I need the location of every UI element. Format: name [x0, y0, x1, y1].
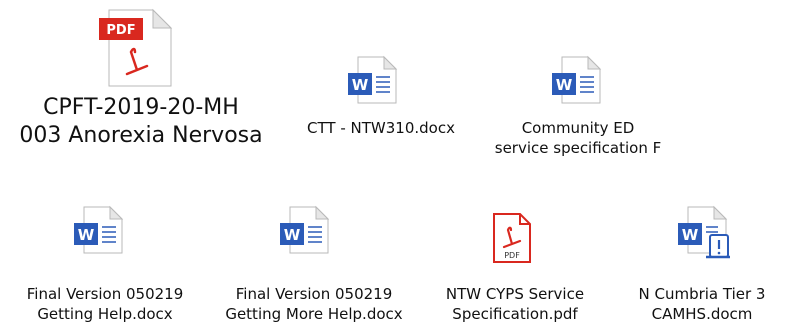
word-document-icon: W	[552, 55, 602, 104]
file-name-line2: CAMHS.docm	[651, 305, 753, 323]
file-label: CPFT-2019-20-MH 003 Anorexia Nervosa	[0, 94, 282, 150]
file-name-line1: Community ED	[521, 119, 635, 137]
file-name-line1: N Cumbria Tier 3	[638, 285, 766, 303]
desktop: { "files": [ {"name_line1": "CPFT-2019-2…	[0, 0, 792, 334]
file-name-line2: service specification F	[494, 139, 662, 157]
svg-text:W: W	[284, 226, 301, 244]
file-ntw-cyps-spec-pdf[interactable]: PDF NTW CYPS Service Specification.pdf	[420, 200, 612, 334]
word-document-icon: W	[280, 205, 330, 254]
svg-text:W: W	[78, 226, 95, 244]
file-name-line2: Getting Help.docx	[37, 305, 173, 323]
file-name-line2: Getting More Help.docx	[225, 305, 403, 323]
word-document-icon: W	[348, 55, 398, 104]
file-final-version-getting-help[interactable]: W Final Version 050219 Getting Help.docx	[0, 200, 210, 334]
pdf-file-icon: PDF	[99, 8, 173, 87]
file-name-line1: NTW CYPS Service	[445, 285, 585, 303]
pdf-file-icon: PDF	[493, 213, 531, 263]
svg-text:PDF: PDF	[106, 23, 135, 38]
svg-text:W: W	[352, 76, 369, 94]
file-community-ed-spec[interactable]: W Community ED service specification F	[476, 50, 676, 180]
file-label: Final Version 050219 Getting Help.docx	[2, 284, 208, 324]
file-label: Community ED service specification F	[476, 118, 680, 158]
svg-text:PDF: PDF	[504, 251, 520, 260]
word-document-icon: W	[74, 205, 124, 254]
file-name-line1: CTT - NTW310.docx	[307, 119, 455, 137]
file-final-version-getting-more-help[interactable]: W Final Version 050219 Getting More Help…	[210, 200, 420, 334]
file-n-cumbria-camhs-docm[interactable]: W N Cumbria Tier 3 CAMHS.docm	[612, 200, 792, 334]
file-name-line1: Final Version 050219	[26, 285, 184, 303]
file-ctt-ntw310-docx[interactable]: W CTT - NTW310.docx	[284, 50, 484, 150]
svg-text:W: W	[682, 226, 699, 244]
file-label: CTT - NTW310.docx	[284, 118, 478, 138]
svg-text:W: W	[556, 76, 573, 94]
file-label: N Cumbria Tier 3 CAMHS.docm	[612, 284, 792, 324]
file-name-line1: CPFT-2019-20-MH	[43, 95, 239, 120]
file-label: Final Version 050219 Getting More Help.d…	[210, 284, 418, 324]
file-name-line2: 003 Anorexia Nervosa	[19, 123, 263, 148]
file-name-line1: Final Version 050219	[235, 285, 393, 303]
file-name-line2: Specification.pdf	[452, 305, 578, 323]
file-cpft-anorexia-pdf[interactable]: PDF CPFT-2019-20-MH 003 Anorexia Nervosa	[0, 0, 280, 160]
file-label: NTW CYPS Service Specification.pdf	[420, 284, 610, 324]
word-macro-document-icon: W	[678, 205, 730, 259]
